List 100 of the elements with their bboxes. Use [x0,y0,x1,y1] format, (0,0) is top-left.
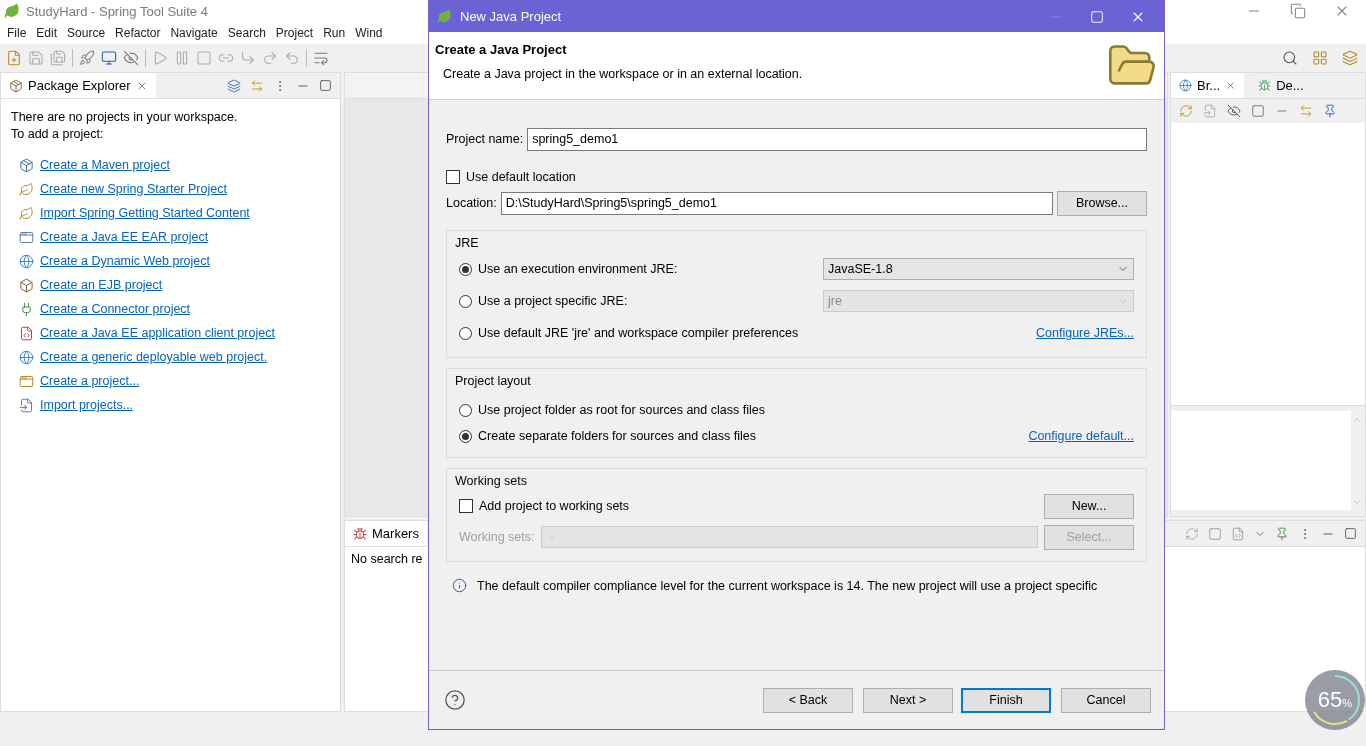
radio-label: Use default JRE 'jre' and workspace compiler preferences [478,326,799,340]
link[interactable]: Create a Java EE application client project [40,326,275,340]
search-icon[interactable] [1282,50,1298,66]
info-icon[interactable] [452,578,467,593]
radio-button[interactable] [459,429,472,443]
group-title: JRE [455,235,480,252]
refresh-icon[interactable] [1185,526,1199,541]
radio-button[interactable] [459,294,472,308]
link[interactable]: Create an EJB project [40,278,163,292]
help-icon[interactable] [444,689,466,711]
menu-item[interactable]: Edit [36,26,58,40]
menu-item[interactable]: Navigate [170,26,218,40]
perspective-icon[interactable] [1342,50,1358,66]
app-logo-icon [4,3,20,19]
stop-icon[interactable] [1208,526,1222,541]
markers-tab[interactable]: Markers [345,521,427,546]
checkbox[interactable] [446,170,460,184]
link[interactable]: Configure JREs... [1036,326,1134,340]
radio-button[interactable] [459,326,472,340]
collapse-icon[interactable] [227,78,241,93]
leaf-icon[interactable] [19,205,34,221]
import-icon[interactable] [19,397,34,413]
dialog-description: Create a Java project in the workspace or in an external location. [442,67,804,81]
skip-breakpoints-icon[interactable] [123,50,139,66]
location-field[interactable]: D:\StudyHard\Spring5\spring5_demo1 [500,191,1053,215]
markers-icon[interactable] [353,526,367,541]
menu-item[interactable]: Wind [355,26,383,40]
globe-icon[interactable] [19,349,34,365]
import-icon[interactable] [1203,104,1217,118]
project-name-field[interactable]: spring5_demo1 [527,127,1147,151]
view-tab[interactable]: De... [1250,73,1312,98]
maximize-icon[interactable] [319,79,332,92]
menu-item[interactable]: Search [227,26,266,40]
dialog-title: New Java Project [460,9,562,24]
link[interactable]: Create a Dynamic Web project [40,254,210,268]
refresh-icon[interactable] [1179,104,1193,118]
window-icon[interactable] [19,373,34,389]
group-title: Working sets [455,473,528,490]
dialog-button[interactable]: Finish [961,687,1051,713]
step-return-icon[interactable] [284,50,300,66]
radio-button[interactable] [459,262,472,276]
checkbox-label: Add project to working sets [479,499,630,513]
pin-icon[interactable] [1275,526,1289,541]
menu-item[interactable]: File [7,26,27,40]
link-icon[interactable] [250,78,264,93]
step-over-icon[interactable] [262,50,278,66]
radio-label: Use a project specific JRE: [478,294,628,308]
group-title: Project layout [455,373,532,390]
link[interactable]: Import Spring Getting Started Content [40,206,250,220]
link[interactable]: Create a project... [40,374,140,388]
restore-icon[interactable] [1290,3,1306,19]
field-label: Project name: [446,132,524,146]
pin-icon[interactable] [1323,104,1337,118]
radio-label: Use an execution environment JRE: [478,262,678,276]
save-icon[interactable] [28,50,44,66]
browse-button[interactable]: Browse... [1057,190,1147,216]
maximize-icon[interactable] [1344,527,1357,540]
globe-icon[interactable] [19,253,34,269]
link[interactable]: Create a generic deployable web project. [40,350,268,364]
dialog-button[interactable]: Next > [863,687,953,713]
bug-icon[interactable] [1258,79,1272,92]
package-icon[interactable] [9,78,23,93]
menu-item[interactable]: Project [275,26,314,40]
menu-item[interactable]: Refactor [115,26,161,40]
link[interactable]: Create a Java EE EAR project [40,230,209,244]
link-icon[interactable] [1299,104,1313,118]
package-explorer-tab[interactable]: Package Explorer [1,73,156,98]
checkbox-label: Use default location [466,170,576,184]
rocket-icon[interactable] [79,50,95,66]
view-tab[interactable]: Br... [1171,73,1245,98]
new-file-icon[interactable] [6,50,22,66]
field-label: Working sets: [459,530,535,544]
resume-icon[interactable] [152,50,168,66]
window-icon[interactable] [19,229,34,245]
dialog-button[interactable]: < Back [763,687,853,713]
jre-dropdown[interactable]: JavaSE-1.8 [823,258,1134,280]
step-into-icon[interactable] [240,50,256,66]
link[interactable]: Create a Connector project [40,302,191,316]
monitor-icon[interactable] [101,50,117,66]
dialog-button[interactable]: Cancel [1061,687,1151,713]
suspend-icon[interactable] [174,50,190,66]
expand-icon[interactable] [1251,104,1265,118]
menu-item[interactable]: Run [323,26,346,40]
link[interactable]: Configure default... [1028,429,1134,443]
radio-button[interactable] [459,403,472,417]
file-icon[interactable] [19,325,34,341]
save-all-icon[interactable] [50,50,66,66]
wrap-icon[interactable] [313,50,329,66]
plug-icon[interactable] [19,301,34,317]
open-perspective-icon[interactable] [1312,50,1328,66]
link[interactable]: Import projects... [40,398,134,412]
link[interactable]: Create a Maven project [40,158,170,172]
skip-icon[interactable] [1227,104,1241,118]
window-title: StudyHard - Spring Tool Suite 4 [26,3,208,19]
link[interactable]: Create new Spring Starter Project [40,182,227,196]
memory-value: 65% [1317,687,1353,713]
leaf-icon[interactable] [19,181,34,197]
menu-item[interactable]: Source [67,26,106,40]
radio-label: Create separate folders for sources and class files [478,429,756,443]
close-icon[interactable] [1225,80,1237,91]
